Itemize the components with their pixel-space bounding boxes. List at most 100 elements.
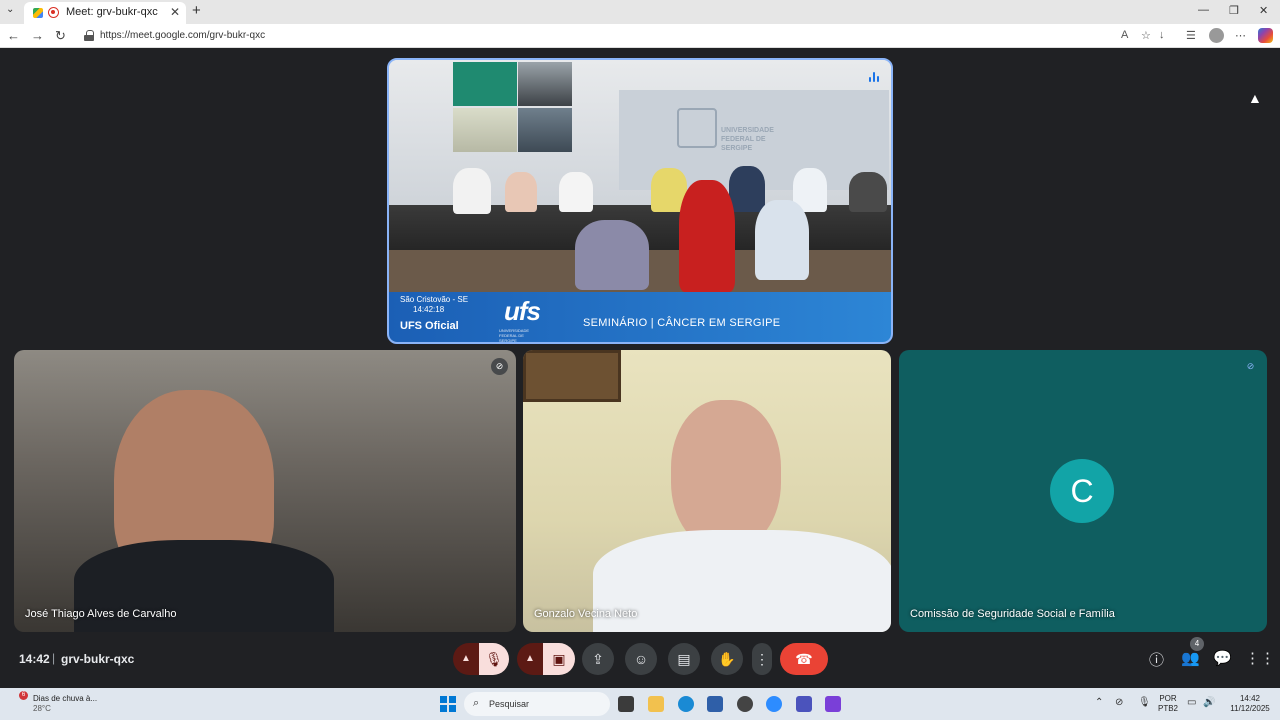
captions-button[interactable]: ▤ <box>668 643 700 675</box>
minimize-button[interactable]: — <box>1198 4 1209 16</box>
broadcast-banner: São Cristovão - SE 14:42:18 UFS Oficial … <box>389 292 891 343</box>
people-icon[interactable]: 👥 <box>1181 649 1200 667</box>
meet-favicon-icon <box>33 8 43 18</box>
participant-name: Comissão de Seguridade Social e Família <box>910 608 1115 620</box>
tab-actions-icon[interactable]: ⌄ <box>6 4 14 15</box>
search-placeholder: Pesquisar <box>489 699 530 709</box>
meeting-info-icon[interactable]: ⓘ <box>1149 649 1164 670</box>
taskbar-search[interactable]: ⌕ Pesquisar <box>464 692 610 716</box>
reload-icon[interactable]: ↻ <box>55 28 66 44</box>
meeting-time: 14:42 <box>19 652 50 666</box>
restore-button[interactable]: ❐ <box>1229 4 1239 17</box>
leave-call-button[interactable]: ☎ <box>780 643 828 675</box>
forward-icon[interactable]: → <box>31 28 44 43</box>
participant-name: José Thiago Alves de Carvalho <box>25 608 177 620</box>
participant-shirt <box>593 530 891 632</box>
back-icon[interactable]: ← <box>7 28 20 43</box>
panelist <box>849 172 887 212</box>
thumb-green <box>453 62 517 106</box>
mouse-cursor-icon: ▲ <box>1248 90 1262 106</box>
more-menu-icon[interactable]: ⋯ <box>1235 29 1246 42</box>
app-icon[interactable] <box>737 696 753 712</box>
clock-time: 14:42 <box>1239 694 1261 703</box>
download-icon[interactable]: ↓ <box>1159 29 1165 41</box>
raise-hand-button[interactable]: ✋ <box>711 643 743 675</box>
ufs-logo: ufs <box>504 296 541 326</box>
volume-icon[interactable]: 🔊 <box>1203 697 1215 708</box>
network-off-icon[interactable]: ⊘ <box>1115 697 1123 708</box>
close-window-button[interactable]: ✕ <box>1259 4 1268 17</box>
audience-member <box>755 200 809 280</box>
lock-icon <box>84 30 94 41</box>
clock-date: 11/12/2025 <box>1230 704 1270 713</box>
tab-title: Meet: grv-bukr-qxc <box>66 6 158 18</box>
edge-browser-icon[interactable] <box>678 696 694 712</box>
thumb-person <box>518 62 572 106</box>
language-indicator[interactable]: POR PTB2 <box>1157 694 1179 714</box>
file-explorer-icon[interactable] <box>648 696 664 712</box>
windows-taskbar: 6 Dias de chuva à... 28°C ⌕ Pesquisar ⌃ … <box>0 688 1280 720</box>
snipping-tool-icon[interactable] <box>825 696 841 712</box>
show-hidden-icons-icon[interactable]: ⌃ <box>1095 697 1103 708</box>
camera-toggle-button[interactable]: ▣ <box>543 643 575 675</box>
mic-muted-icon: ⊘ <box>1246 361 1255 371</box>
ufs-logo-subtitle: UNIVERSIDADE FEDERAL DE SERGIPE <box>499 328 530 343</box>
banner-time: 14:42:18 <box>413 305 445 314</box>
weather-badge: 6 <box>19 691 28 700</box>
profile-avatar[interactable] <box>1209 28 1224 43</box>
people-count-badge: 4 <box>1190 637 1204 651</box>
activities-icon[interactable]: ⋮⋮ <box>1245 649 1275 667</box>
thumb-person <box>453 108 517 152</box>
seminar-title: SEMINÁRIO | CÂNCER EM SERGIPE <box>583 317 781 329</box>
present-button[interactable]: ⇪ <box>582 643 614 675</box>
system-clock[interactable]: 14:42 11/12/2025 <box>1225 694 1275 714</box>
recording-icon <box>48 7 59 18</box>
participant-tile[interactable]: Gonzalo Vecina Neto <box>523 350 891 632</box>
language-line2: PTB2 <box>1157 704 1178 713</box>
url-text: https://meet.google.com/grv-bukr-qxc <box>100 30 266 41</box>
emoji-button[interactable]: ☺ <box>625 643 657 675</box>
presentation-tile[interactable]: UNIVERSIDADE FEDERAL DE SERGIPE São Cris… <box>387 58 893 344</box>
separator: | <box>52 651 56 665</box>
more-options-button[interactable]: ⋮ <box>752 643 772 675</box>
meeting-code: grv-bukr-qxc <box>61 652 135 666</box>
start-windows-icon[interactable] <box>440 696 456 712</box>
tab-close-icon[interactable]: ✕ <box>170 5 180 19</box>
address-bar[interactable]: https://meet.google.com/grv-bukr-qxc <box>78 27 1108 45</box>
chat-icon[interactable]: 💬 <box>1213 649 1232 667</box>
store-icon[interactable] <box>707 696 723 712</box>
teams-icon[interactable] <box>796 696 812 712</box>
search-icon: ⌕ <box>473 697 480 709</box>
panelist <box>559 172 593 212</box>
panelist <box>453 168 491 214</box>
wall-university-text: UNIVERSIDADE FEDERAL DE SERGIPE <box>721 127 774 152</box>
collections-icon[interactable]: ☰ <box>1186 29 1196 42</box>
participant-tile[interactable]: ⊘ José Thiago Alves de Carvalho <box>14 350 516 632</box>
zoom-icon[interactable] <box>766 696 782 712</box>
task-view-icon[interactable] <box>618 696 634 712</box>
thumb-room <box>518 108 572 152</box>
cork-board <box>523 350 621 402</box>
favorite-star-icon[interactable]: ☆ <box>1141 29 1151 42</box>
screen: ⌄ Meet: grv-bukr-qxc ✕ + — ❐ ✕ ← → ↻ htt… <box>0 0 1280 720</box>
browser-titlebar: ⌄ Meet: grv-bukr-qxc ✕ + — ❐ ✕ <box>0 0 1280 24</box>
participant-avatar: C <box>1050 459 1114 523</box>
panelist <box>505 172 537 212</box>
weather-title: Dias de chuva à... <box>33 694 98 703</box>
participant-name: Gonzalo Vecina Neto <box>534 608 638 620</box>
speaker-red-dress <box>679 180 735 292</box>
audio-options-button[interactable]: ▲ <box>453 643 479 675</box>
monitor-icon[interactable]: ▭ <box>1187 697 1196 708</box>
new-tab-button[interactable]: + <box>192 2 201 19</box>
weather-temp: 28°C <box>33 704 51 713</box>
banner-channel: UFS Oficial <box>400 320 459 332</box>
participant-tile[interactable]: ⊘ C Comissão de Seguridade Social e Famí… <box>899 350 1267 632</box>
tab-meet[interactable]: Meet: grv-bukr-qxc ✕ <box>24 2 186 24</box>
participant-face <box>671 400 781 550</box>
address-toolbar: ← → ↻ https://meet.google.com/grv-bukr-q… <box>0 24 1280 48</box>
copilot-icon[interactable] <box>1258 28 1273 43</box>
video-options-button[interactable]: ▲ <box>517 643 543 675</box>
microphone-icon[interactable]: 🎙 <box>1138 697 1151 708</box>
read-aloud-icon[interactable]: A <box>1121 29 1128 41</box>
language-line1: POR <box>1159 694 1177 703</box>
